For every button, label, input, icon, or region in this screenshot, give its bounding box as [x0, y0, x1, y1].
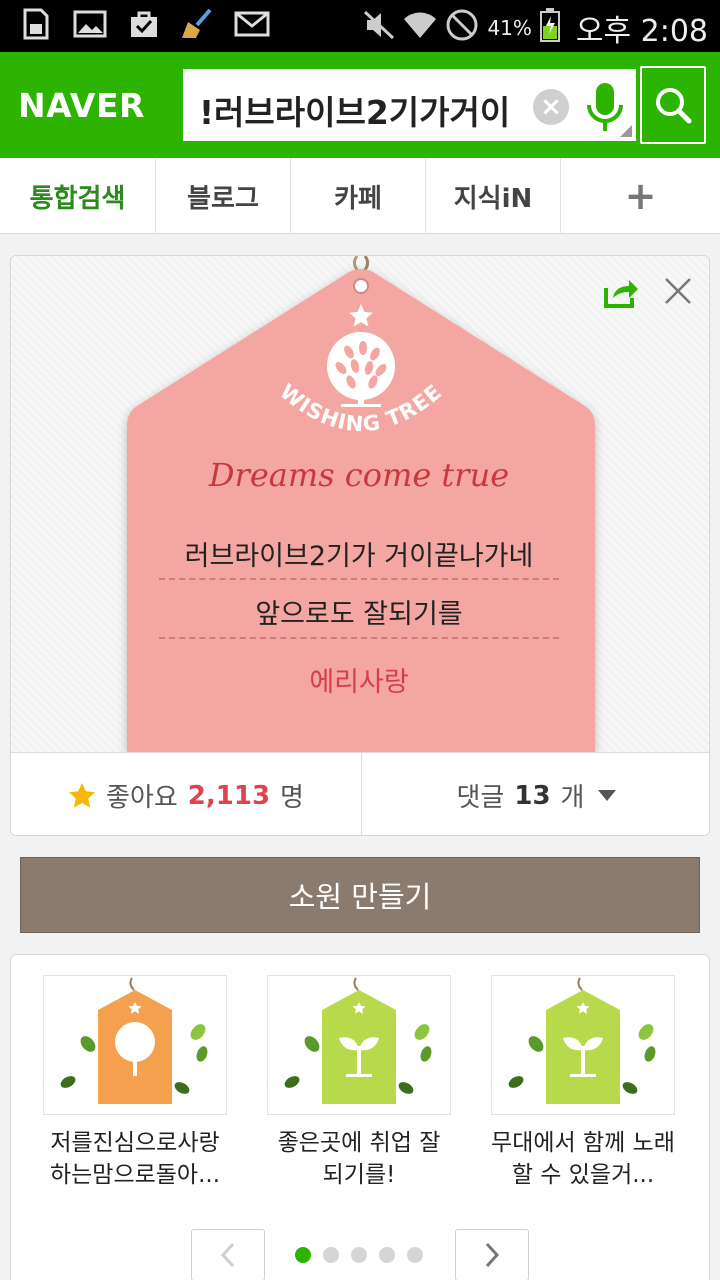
- no-sim-icon: [445, 8, 479, 49]
- wish-line: 앞으로도 잘되기를: [255, 599, 463, 630]
- dreams-text: Dreams come true: [208, 456, 510, 494]
- related-wish-item[interactable]: 좋은곳에 취업 잘 되기를!: [267, 975, 451, 1193]
- related-wish-text: 좋은곳에 취업 잘 되기를!: [277, 1130, 441, 1188]
- tab-more[interactable]: +: [561, 158, 720, 234]
- comment-label: 댓글: [456, 783, 505, 813]
- star-icon: [69, 782, 96, 807]
- related-wish-item[interactable]: 저를진심으로사랑하는맘으로돌아...: [43, 975, 227, 1193]
- divider: [159, 578, 559, 580]
- tab-integrated-search[interactable]: 통합검색: [0, 158, 156, 234]
- mail-icon: [234, 8, 270, 40]
- tab-cafe[interactable]: 카페: [291, 158, 426, 234]
- like-label: 좋아요: [106, 783, 178, 813]
- autocomplete-toggle-icon[interactable]: [620, 125, 632, 137]
- next-page-button[interactable]: [455, 1229, 529, 1280]
- like-unit: 명: [280, 783, 304, 813]
- wish-card: WISHING TREE Dreams come true 러브라이브2기가 거…: [10, 255, 710, 836]
- wish-tag-thumbnail: [267, 975, 451, 1115]
- page-dot[interactable]: [351, 1247, 367, 1263]
- divider: [159, 637, 559, 639]
- prev-page-button[interactable]: [191, 1229, 265, 1280]
- page-dot[interactable]: [407, 1247, 423, 1263]
- make-wish-button[interactable]: 소원 만들기: [20, 857, 700, 933]
- battery-icon: [539, 7, 560, 49]
- share-icon[interactable]: [603, 274, 639, 310]
- like-button[interactable]: 좋아요 2,113 명: [11, 753, 361, 835]
- comment-unit: 개: [560, 783, 585, 813]
- search-button[interactable]: [640, 66, 706, 144]
- wish-tag-thumbnail: [491, 975, 675, 1115]
- card-footer: 좋아요 2,113 명 댓글 13 개: [11, 752, 709, 835]
- close-icon[interactable]: [661, 274, 695, 308]
- sd-card-icon: [18, 8, 54, 40]
- related-wish-item[interactable]: 무대에서 함께 노래 할 수 있을거...: [491, 975, 675, 1193]
- related-wishes: 저를진심으로사랑하는맘으로돌아... 좋은곳에 취업 잘 되기를! 무대에서 함…: [10, 954, 710, 1280]
- page-dot[interactable]: [323, 1247, 339, 1263]
- chevron-left-icon: [220, 1242, 235, 1268]
- tab-knowledge-in[interactable]: 지식iN: [426, 158, 561, 234]
- status-bar: 41% 오후 2:08: [0, 0, 720, 52]
- wish-author: 에리사랑: [309, 667, 409, 698]
- clock: 오후 2:08: [575, 14, 708, 49]
- broom-icon: [180, 8, 216, 40]
- clear-icon[interactable]: ×: [533, 89, 569, 125]
- search-icon: [656, 88, 692, 124]
- chevron-right-icon: [485, 1242, 500, 1268]
- like-count: 2,113: [187, 780, 271, 811]
- tab-blog[interactable]: 블로그: [156, 158, 291, 234]
- search-box[interactable]: !러브라이브2기가거이 ×: [180, 66, 639, 144]
- wish-line: 러브라이브2기가 거이끝나가네: [184, 541, 534, 572]
- comment-count: 13: [514, 780, 551, 811]
- checkbox-bag-icon: [126, 8, 162, 40]
- page-indicator: [295, 1247, 423, 1263]
- battery-percent: 41%: [487, 16, 532, 40]
- comments-toggle[interactable]: 댓글 13 개: [361, 753, 709, 835]
- search-input[interactable]: !러브라이브2기가거이: [199, 86, 539, 134]
- related-wish-text: 무대에서 함께 노래 할 수 있을거...: [491, 1130, 675, 1188]
- image-icon: [72, 8, 108, 40]
- wish-tag-thumbnail: [43, 975, 227, 1115]
- naver-logo[interactable]: NAVER: [18, 86, 145, 125]
- page-dot[interactable]: [379, 1247, 395, 1263]
- page-dot[interactable]: [295, 1247, 311, 1263]
- search-header: NAVER !러브라이브2기가거이 ×: [0, 52, 720, 158]
- related-wish-text: 저를진심으로사랑하는맘으로돌아...: [49, 1130, 221, 1188]
- chevron-down-icon: [598, 790, 617, 801]
- wifi-icon: [403, 10, 437, 47]
- mute-icon: [363, 10, 395, 47]
- pager: [11, 1225, 711, 1280]
- search-tabs: 통합검색 블로그 카페 지식iN +: [0, 158, 720, 234]
